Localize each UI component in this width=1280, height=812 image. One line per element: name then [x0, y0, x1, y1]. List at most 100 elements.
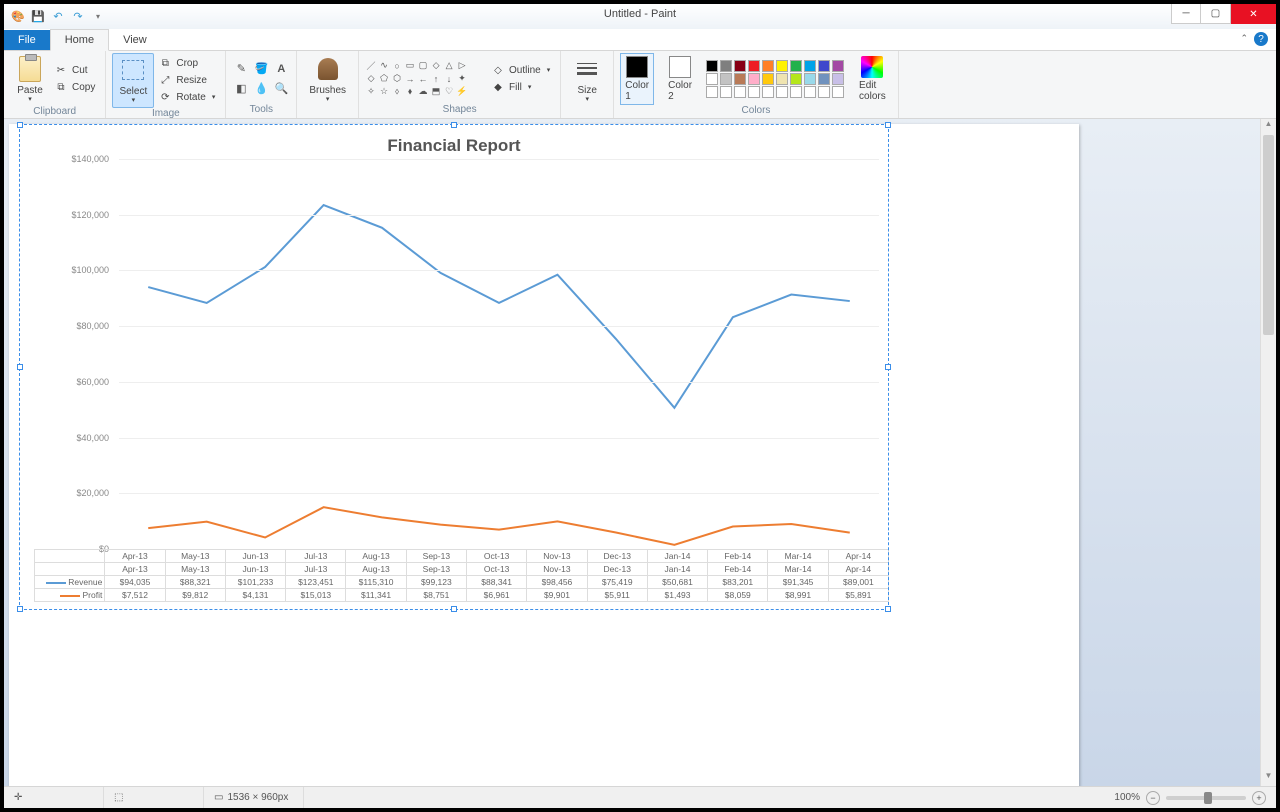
- edit-colors-button[interactable]: Edit colors: [853, 54, 892, 104]
- outline-button[interactable]: ◇Outline▾: [487, 62, 554, 78]
- ribbon-tabs: File Home View ⌃ ?: [4, 29, 1276, 51]
- color-swatch[interactable]: [804, 60, 816, 72]
- color-swatch-empty[interactable]: [706, 86, 718, 98]
- cut-icon: ✂: [54, 64, 68, 78]
- outline-icon: ◇: [491, 63, 505, 77]
- color-swatch[interactable]: [734, 73, 746, 85]
- selection-handle[interactable]: [451, 122, 457, 128]
- color-swatch[interactable]: [748, 60, 760, 72]
- selection-handle[interactable]: [17, 122, 23, 128]
- color-swatch-empty[interactable]: [762, 86, 774, 98]
- chevron-down-icon: ▾: [28, 96, 32, 104]
- select-button[interactable]: Select ▾: [112, 53, 154, 108]
- chevron-down-icon: ▾: [585, 96, 589, 104]
- rotate-icon: ⟳: [158, 90, 172, 104]
- rotate-button[interactable]: ⟳Rotate▾: [154, 89, 219, 105]
- group-size: Size ▾ .: [561, 51, 614, 118]
- zoom-slider-knob[interactable]: [1204, 792, 1212, 804]
- color-swatch[interactable]: [720, 73, 732, 85]
- group-colors: Color 1 Color 2 Edit colors Colors: [614, 51, 899, 118]
- clipboard-icon: [19, 56, 41, 82]
- color-swatch[interactable]: [832, 73, 844, 85]
- qat-dropdown-icon[interactable]: ▾: [90, 9, 106, 25]
- selection-handle[interactable]: [451, 606, 457, 612]
- minimize-button[interactable]: ─: [1171, 4, 1201, 24]
- selection-handle[interactable]: [17, 606, 23, 612]
- zoom-out-button[interactable]: −: [1146, 791, 1160, 805]
- picker-tool[interactable]: 💧: [252, 80, 270, 98]
- scrollbar-thumb[interactable]: [1263, 135, 1274, 335]
- ribbon-collapse-icon[interactable]: ⌃: [1240, 33, 1248, 44]
- zoom-controls: 100% − +: [1114, 791, 1276, 805]
- color-swatch-empty[interactable]: [776, 86, 788, 98]
- size-icon: [573, 55, 601, 83]
- color-swatch[interactable]: [790, 60, 802, 72]
- eraser-tool[interactable]: ◧: [232, 80, 250, 98]
- color-swatch-empty[interactable]: [832, 86, 844, 98]
- color-swatch[interactable]: [706, 60, 718, 72]
- brushes-button[interactable]: Brushes ▾: [303, 53, 352, 106]
- tab-home[interactable]: Home: [50, 29, 109, 51]
- selection-handle[interactable]: [885, 606, 891, 612]
- color-swatch-empty[interactable]: [720, 86, 732, 98]
- paste-button[interactable]: Paste ▾: [10, 53, 50, 106]
- selection-handle[interactable]: [17, 364, 23, 370]
- color-swatch-empty[interactable]: [818, 86, 830, 98]
- size-button[interactable]: Size ▾: [567, 53, 607, 106]
- text-tool[interactable]: A: [272, 60, 290, 78]
- workspace: Financial Report $0$20,000$40,000$60,000…: [4, 119, 1276, 786]
- color-swatch[interactable]: [762, 73, 774, 85]
- window-title: Untitled - Paint: [604, 8, 676, 20]
- zoom-in-button[interactable]: +: [1252, 791, 1266, 805]
- selection-handle[interactable]: [885, 122, 891, 128]
- selection-handle[interactable]: [885, 364, 891, 370]
- color-swatch[interactable]: [748, 73, 760, 85]
- crop-button[interactable]: ⧉Crop: [154, 55, 219, 71]
- color-swatch[interactable]: [720, 60, 732, 72]
- color-swatch[interactable]: [804, 73, 816, 85]
- color-swatch[interactable]: [832, 60, 844, 72]
- selection-size: ⬚: [104, 787, 204, 808]
- color1-button[interactable]: Color 1: [620, 53, 654, 105]
- zoom-level: 100%: [1114, 792, 1140, 803]
- cut-button[interactable]: ✂Cut: [50, 63, 99, 79]
- close-button[interactable]: ✕: [1231, 4, 1276, 24]
- color-swatch-empty[interactable]: [734, 86, 746, 98]
- cursor-icon: ✛: [14, 792, 22, 803]
- color2-button[interactable]: Color 2: [662, 54, 698, 104]
- vertical-scrollbar[interactable]: ▲ ▼: [1260, 119, 1276, 786]
- title-bar: 🎨 💾 ↶ ↷ ▾ Untitled - Paint ─ ▢ ✕: [4, 4, 1276, 29]
- shapes-gallery[interactable]: ／∿○▭▢◇△▷ ◇⬠⬡→←↑↓✦ ✧☆⬨⬧☁⬒♡⚡: [365, 60, 481, 98]
- save-icon[interactable]: 💾: [30, 9, 46, 25]
- color-swatch[interactable]: [818, 73, 830, 85]
- color-swatch[interactable]: [776, 73, 788, 85]
- fill-tool[interactable]: 🪣: [252, 60, 270, 78]
- group-shapes: ／∿○▭▢◇△▷ ◇⬠⬡→←↑↓✦ ✧☆⬨⬧☁⬒♡⚡ ◇Outline▾ ◆Fi…: [359, 51, 561, 118]
- color-swatch[interactable]: [776, 60, 788, 72]
- color-swatch-empty[interactable]: [748, 86, 760, 98]
- tab-view[interactable]: View: [109, 30, 161, 50]
- tab-file[interactable]: File: [4, 30, 50, 50]
- magnifier-tool[interactable]: 🔍: [272, 80, 290, 98]
- color-swatch[interactable]: [790, 73, 802, 85]
- pencil-tool[interactable]: ✎: [232, 60, 250, 78]
- maximize-button[interactable]: ▢: [1201, 4, 1231, 24]
- color-swatch[interactable]: [818, 60, 830, 72]
- color-swatch-empty[interactable]: [804, 86, 816, 98]
- color-swatch-empty[interactable]: [790, 86, 802, 98]
- copy-button[interactable]: ⧉Copy: [50, 80, 99, 96]
- selection-marquee[interactable]: [19, 124, 889, 610]
- help-icon[interactable]: ?: [1254, 32, 1268, 46]
- fill-button[interactable]: ◆Fill▾: [487, 79, 554, 95]
- color-palette: [706, 60, 845, 98]
- canvas-size-icon: ▭: [214, 792, 223, 803]
- copy-icon: ⧉: [54, 81, 68, 95]
- color-swatch[interactable]: [706, 73, 718, 85]
- redo-icon[interactable]: ↷: [70, 9, 86, 25]
- color-swatch[interactable]: [762, 60, 774, 72]
- resize-button[interactable]: ⤢Resize: [154, 72, 219, 88]
- zoom-slider[interactable]: [1166, 796, 1246, 800]
- undo-icon[interactable]: ↶: [50, 9, 66, 25]
- brush-icon: [318, 58, 338, 80]
- color-swatch[interactable]: [734, 60, 746, 72]
